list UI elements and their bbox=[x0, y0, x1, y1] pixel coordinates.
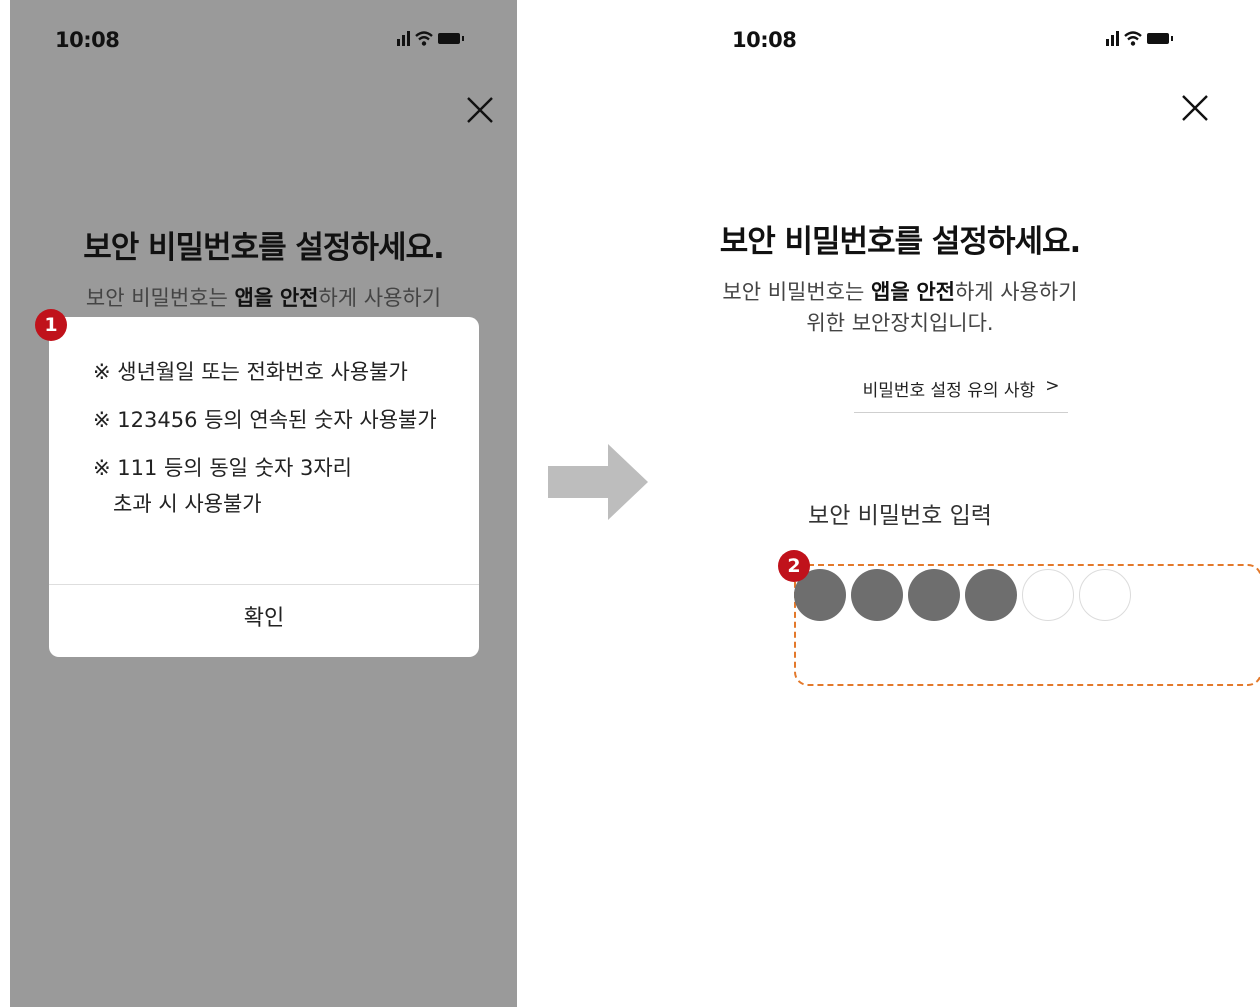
wifi-icon bbox=[1124, 30, 1142, 46]
pin-label: 보안 비밀번호 입력 bbox=[808, 503, 992, 529]
close-icon[interactable] bbox=[465, 95, 495, 125]
pin-dot-filled bbox=[851, 569, 903, 621]
annotation-badge-1: 1 bbox=[35, 309, 67, 341]
rule-item: ※ 생년월일 또는 전화번호 사용불가 bbox=[93, 360, 408, 384]
confirm-button[interactable]: 확인 bbox=[49, 585, 479, 657]
left-screen: 10:08 보안 비밀번호를 설정하세요. 보안 비밀번호는 앱을 안전하게 사… bbox=[10, 0, 517, 1007]
wifi-icon bbox=[415, 30, 433, 46]
pin-dot-empty bbox=[1079, 569, 1131, 621]
status-time: 10:08 bbox=[55, 28, 120, 52]
rule-item: ※ 123456 등의 연속된 숫자 사용불가 bbox=[93, 408, 437, 432]
password-guide-link[interactable]: 비밀번호 설정 유의 사항 > bbox=[854, 376, 1068, 413]
battery-icon bbox=[438, 32, 464, 44]
signal-icon bbox=[1106, 30, 1119, 46]
battery-icon bbox=[1147, 32, 1173, 44]
page-title: 보안 비밀번호를 설정하세요. bbox=[83, 230, 445, 266]
pin-dot-empty bbox=[1022, 569, 1074, 621]
pin-dot-filled bbox=[908, 569, 960, 621]
rule-item: 초과 시 사용불가 bbox=[93, 492, 262, 516]
rule-item: ※ 111 등의 동일 숫자 3자리 bbox=[93, 456, 352, 480]
description: 보안 비밀번호는 앱을 안전하게 사용하기 위한 보안장치입니다. bbox=[722, 280, 1078, 335]
status-icons bbox=[1106, 30, 1173, 46]
description: 보안 비밀번호는 앱을 안전하게 사용하기 bbox=[85, 286, 442, 310]
password-rules-dialog: ※ 생년월일 또는 전화번호 사용불가 ※ 123456 등의 연속된 숫자 사… bbox=[49, 317, 479, 657]
chevron-right-icon: > bbox=[1045, 376, 1060, 396]
status-time: 10:08 bbox=[732, 28, 797, 52]
close-icon[interactable] bbox=[1180, 93, 1210, 123]
arrow-right-icon bbox=[548, 444, 648, 520]
right-screen: 10:08 보안 비밀번호를 설정하세요. 보안 비밀번호는 앱을 안전하게 사… bbox=[700, 0, 1260, 1007]
pin-dot-filled bbox=[965, 569, 1017, 621]
status-icons bbox=[397, 30, 464, 46]
signal-icon bbox=[397, 30, 410, 46]
annotation-badge-2: 2 bbox=[778, 550, 810, 582]
page-title: 보안 비밀번호를 설정하세요. bbox=[719, 224, 1082, 260]
guide-link-label: 비밀번호 설정 유의 사항 bbox=[862, 381, 1036, 401]
